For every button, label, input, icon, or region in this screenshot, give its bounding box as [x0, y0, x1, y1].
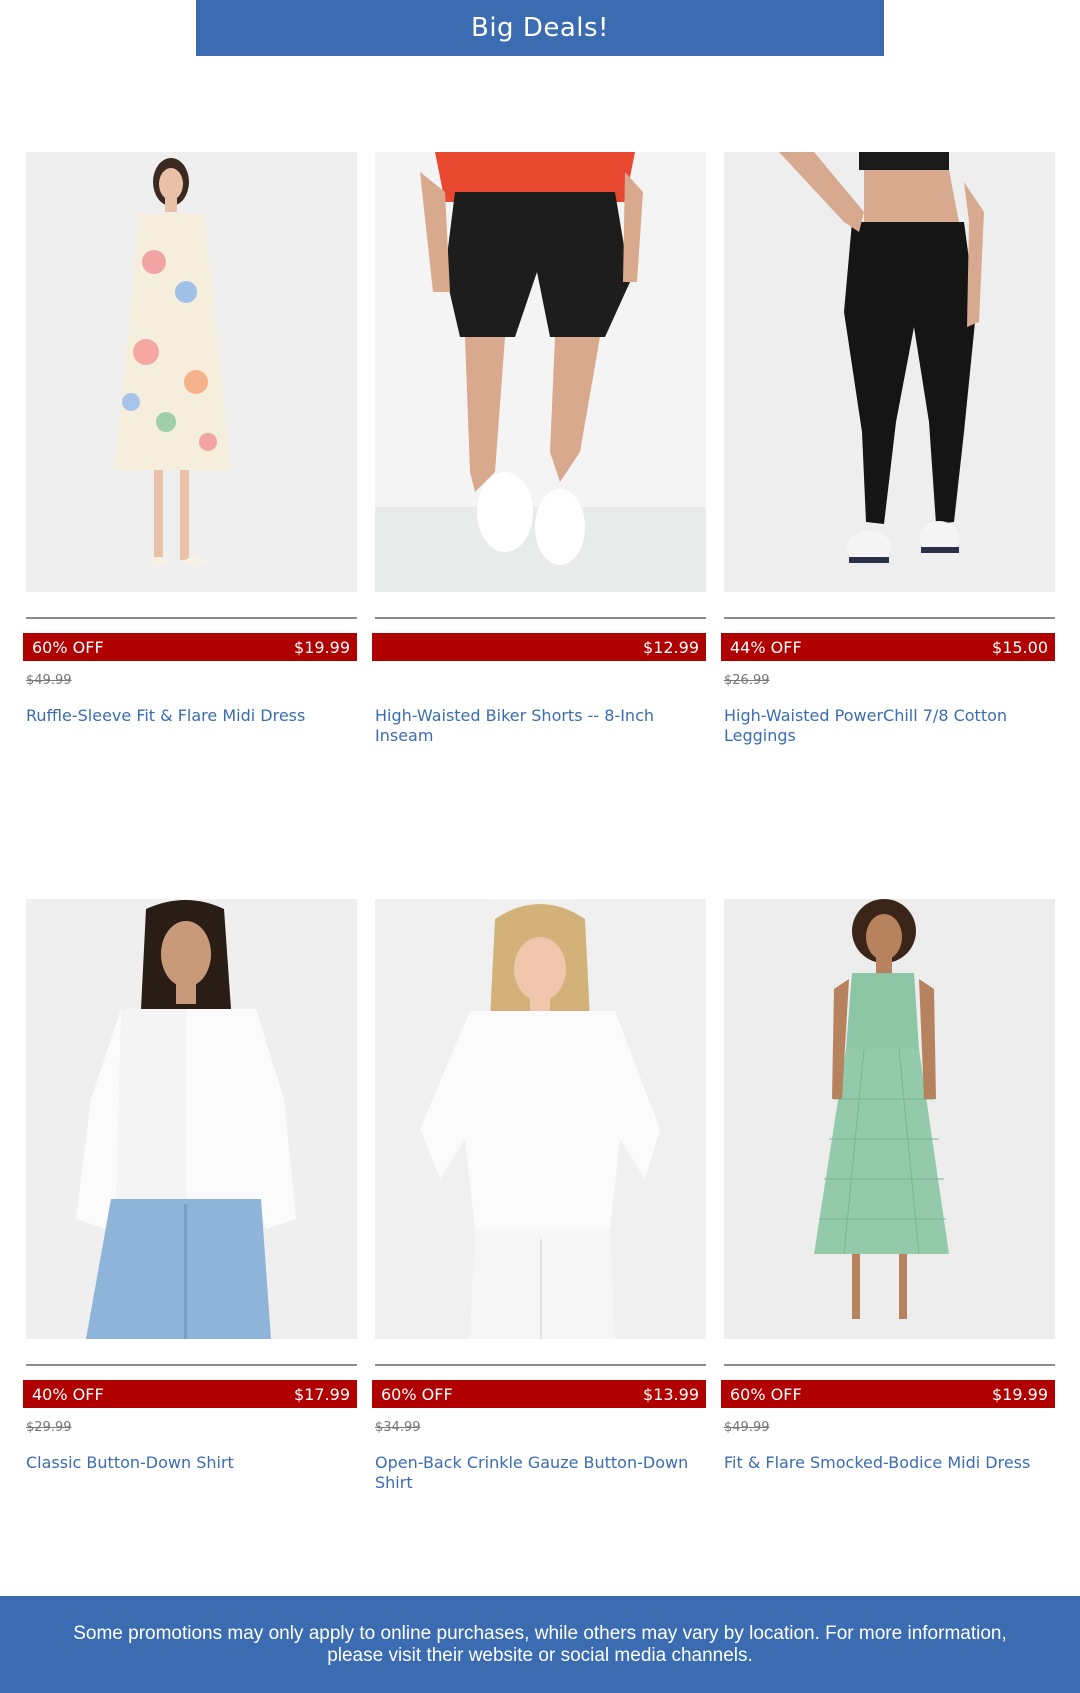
product-image[interactable] [724, 899, 1055, 1339]
original-price: $29.99 [26, 1420, 72, 1435]
sale-price: $19.99 [992, 1384, 1048, 1404]
price-bar: $12.99 [372, 633, 706, 661]
product-image[interactable] [375, 152, 706, 592]
original-price: $49.99 [724, 1420, 770, 1435]
product-image[interactable] [724, 152, 1055, 592]
product-name-link[interactable]: High-Waisted PowerChill 7/8 Cotton Leggi… [724, 706, 1055, 746]
divider [26, 1364, 357, 1366]
sale-price: $17.99 [294, 1384, 350, 1404]
price-bar: 60% OFF $19.99 [721, 1380, 1055, 1408]
promo-disclaimer: Some promotions may only apply to online… [0, 1596, 1080, 1693]
discount-label: 40% OFF [32, 1384, 104, 1404]
product-card[interactable]: 60% OFF $19.99 $49.99 Ruffle-Sleeve Fit … [23, 152, 357, 899]
discount-label: 44% OFF [730, 637, 802, 657]
product-name-link[interactable]: Classic Button-Down Shirt [26, 1453, 357, 1473]
sale-price: $15.00 [992, 637, 1048, 657]
discount-label: 60% OFF [381, 1384, 453, 1404]
product-card[interactable]: 40% OFF $17.99 $29.99 Classic Button-Dow… [23, 899, 357, 1646]
product-card[interactable]: $12.99 High-Waisted Biker Shorts -- 8-In… [372, 152, 706, 899]
product-image[interactable] [26, 899, 357, 1339]
divider [375, 1364, 706, 1366]
price-bar: 60% OFF $19.99 [23, 633, 357, 661]
product-name-link[interactable]: Ruffle-Sleeve Fit & Flare Midi Dress [26, 706, 357, 726]
divider [724, 1364, 1055, 1366]
price-bar: 44% OFF $15.00 [721, 633, 1055, 661]
original-price: $49.99 [26, 673, 72, 688]
sale-price: $19.99 [294, 637, 350, 657]
product-grid: 60% OFF $19.99 $49.99 Ruffle-Sleeve Fit … [23, 152, 1056, 1646]
divider [375, 617, 706, 619]
deals-banner: Big Deals! [196, 0, 884, 56]
product-image[interactable] [375, 899, 706, 1339]
discount-label: 60% OFF [730, 1384, 802, 1404]
divider [26, 617, 357, 619]
price-bar: 60% OFF $13.99 [372, 1380, 706, 1408]
product-image[interactable] [26, 152, 357, 592]
divider [724, 617, 1055, 619]
product-name-link[interactable]: Fit & Flare Smocked-Bodice Midi Dress [724, 1453, 1055, 1473]
sale-price: $12.99 [643, 637, 699, 657]
discount-label: 60% OFF [32, 637, 104, 657]
original-price: $26.99 [724, 673, 770, 688]
sale-price: $13.99 [643, 1384, 699, 1404]
banner-title: Big Deals! [471, 13, 609, 43]
original-price: $34.99 [375, 1420, 421, 1435]
product-card[interactable]: 60% OFF $19.99 $49.99 Fit & Flare Smocke… [721, 899, 1055, 1646]
product-card[interactable]: 60% OFF $13.99 $34.99 Open-Back Crinkle … [372, 899, 706, 1646]
disclaimer-text: Some promotions may only apply to online… [73, 1622, 1007, 1666]
product-card[interactable]: 44% OFF $15.00 $26.99 High-Waisted Power… [721, 152, 1055, 899]
product-name-link[interactable]: High-Waisted Biker Shorts -- 8-Inch Inse… [375, 706, 706, 746]
product-name-link[interactable]: Open-Back Crinkle Gauze Button-Down Shir… [375, 1453, 706, 1493]
deals-page: Big Deals! 60% OFF $19.99 $49.99 Ruffle-… [0, 0, 1080, 1693]
price-bar: 40% OFF $17.99 [23, 1380, 357, 1408]
